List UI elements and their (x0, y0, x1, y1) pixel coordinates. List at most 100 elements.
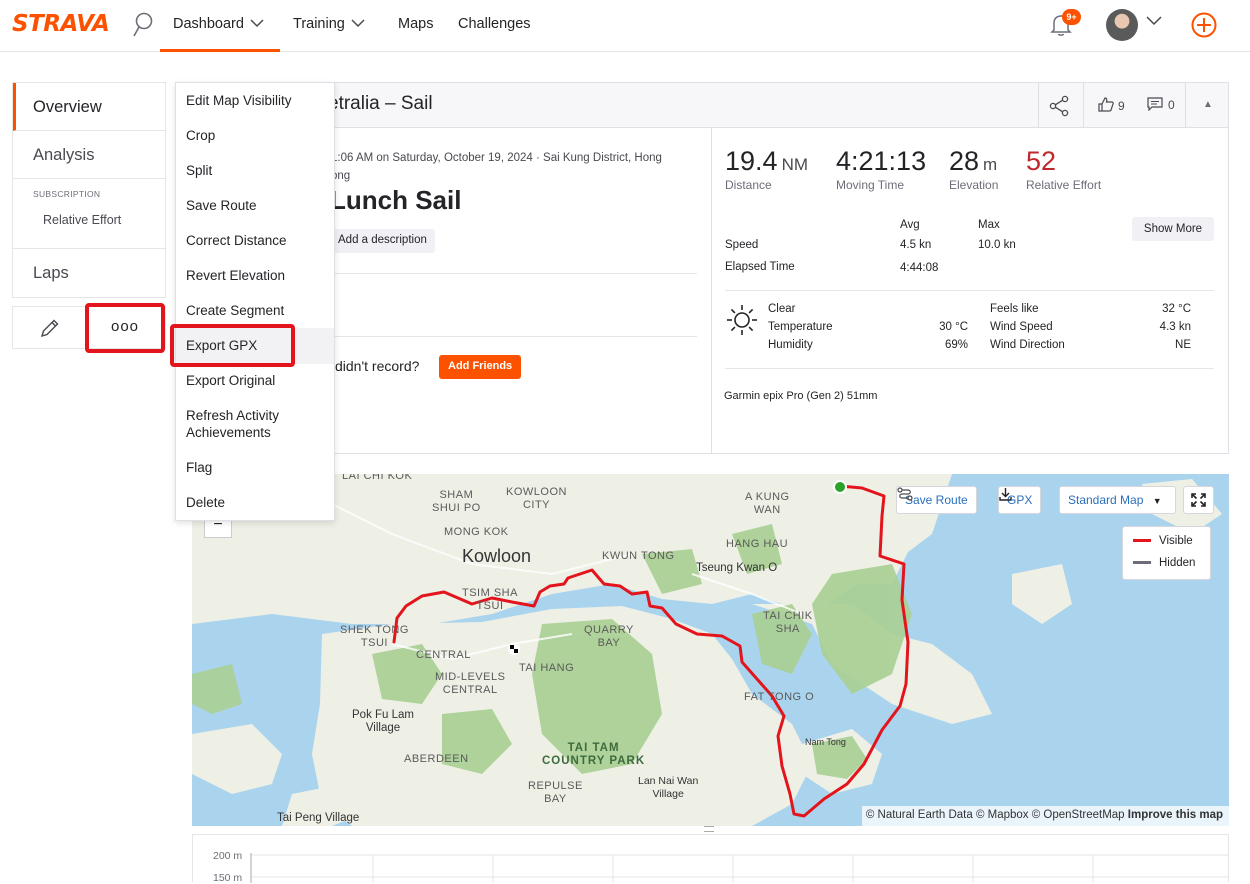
gpx-button[interactable]: GPX (998, 486, 1042, 514)
nav-dashboard[interactable]: Dashboard (173, 16, 264, 32)
nav-training[interactable]: Training (293, 16, 365, 32)
route-start-marker[interactable] (833, 480, 847, 494)
add-friends-button[interactable]: Add Friends (439, 355, 522, 379)
friends-question: didn't record? (335, 358, 420, 374)
sidebar-item-analysis[interactable]: Analysis (13, 131, 165, 179)
map-label: KWUN TONG (602, 550, 675, 562)
speed-avg: 4.5 kn (900, 239, 932, 251)
fullscreen-button[interactable] (1183, 486, 1214, 514)
distance-value: 19.4 (725, 146, 778, 176)
menu-item-correct-distance[interactable]: Correct Distance (186, 232, 287, 249)
sidebar-item-overview[interactable]: Overview (13, 83, 165, 131)
more-actions-button[interactable]: ooo (85, 303, 165, 353)
comments-count: 0 (1168, 98, 1175, 112)
save-route-label: Save Route (905, 493, 968, 507)
map-label: SHAM SHUI PO (432, 489, 481, 514)
menu-item-create-segment[interactable]: Create Segment (186, 302, 284, 319)
map-label: Lan Nai Wan Village (638, 775, 699, 800)
map-label: Tseung Kwan O (696, 562, 778, 574)
route-icon (897, 487, 913, 501)
map-label: ABERDEEN (404, 753, 469, 765)
elevation-grid (250, 853, 1228, 883)
add-description-button[interactable]: Add a description (331, 229, 435, 253)
map-label: REPULSE BAY (528, 780, 583, 805)
collapse-icon[interactable]: ▲ (1203, 99, 1213, 110)
comments-button[interactable]: 0 (1147, 97, 1175, 112)
divider (1038, 83, 1039, 128)
share-icon[interactable] (1048, 95, 1070, 117)
menu-item-delete[interactable]: Delete (186, 494, 225, 511)
speed-label: Speed (725, 239, 759, 251)
map-label: HANG HAU (726, 538, 789, 550)
avg-header: Avg (900, 219, 920, 231)
nav-challenges[interactable]: Challenges (458, 16, 531, 32)
sidebar-item-relative-effort[interactable]: Relative Effort (43, 213, 165, 227)
legend-swatch (1133, 561, 1151, 565)
caret-down-icon: ▼ (1152, 496, 1162, 506)
plus-icon[interactable] (1191, 12, 1217, 38)
wind-speed-value: 4.3 kn (1159, 321, 1191, 333)
elevation-unit: m (983, 155, 998, 174)
legend-visible: Visible (1133, 535, 1193, 547)
menu-item-flag[interactable]: Flag (186, 459, 212, 476)
stat-elevation: 28 m Elevation (949, 146, 998, 192)
chevron-down-icon (250, 16, 264, 32)
map-label: TAI HANG (519, 662, 575, 674)
stat-moving-time: 4:21:13 Moving Time (836, 146, 926, 192)
kudos-button[interactable]: 9 (1098, 97, 1125, 113)
stat-relative-effort[interactable]: 52 Relative Effort (1026, 146, 1101, 192)
activity-header-title: etralia – Sail (328, 93, 433, 114)
wind-direction-value: NE (1175, 339, 1191, 351)
sun-icon (727, 305, 757, 335)
menu-item-edit-map-visibility[interactable]: Edit Map Visibility (186, 92, 292, 109)
improve-map-link[interactable]: Improve this map (1128, 809, 1223, 821)
divider (711, 128, 712, 453)
map-style-label: Standard Map (1068, 493, 1144, 507)
pencil-icon[interactable] (39, 317, 61, 339)
distance-label: Distance (725, 178, 772, 192)
map-label: QUARRY BAY (584, 624, 634, 649)
menu-item-crop[interactable]: Crop (186, 127, 215, 144)
chevron-down-icon[interactable] (1146, 16, 1162, 26)
chevron-down-icon (351, 16, 365, 32)
thumbs-up-icon (1098, 97, 1114, 112)
strava-logo[interactable]: STRAVA (12, 11, 110, 37)
wind-speed-label: Wind Speed (990, 321, 1053, 333)
divider (725, 290, 1214, 291)
elevation-value: 28 (949, 146, 980, 176)
legend-swatch (1133, 539, 1151, 543)
avatar[interactable] (1106, 9, 1138, 41)
activity-map[interactable]: SHAM SHUI PO KOWLOON CITY MONG KOK Kowloon… (192, 474, 1229, 826)
save-route-button[interactable]: Save Route (896, 486, 977, 514)
menu-item-refresh-achievements[interactable]: Refresh Activity Achievements (186, 407, 316, 441)
top-nav: STRAVA Dashboard Training Maps Challenge… (0, 0, 1250, 52)
resize-handle[interactable] (704, 826, 714, 832)
sidebar-item-laps[interactable]: Laps (13, 249, 165, 297)
attribution-text[interactable]: © Natural Earth Data © Mapbox © OpenStre… (866, 809, 1125, 821)
max-header: Max (978, 219, 1000, 231)
menu-item-export-original[interactable]: Export Original (186, 372, 275, 389)
divider (725, 368, 1214, 369)
nav-maps[interactable]: Maps (398, 16, 433, 32)
menu-item-save-route[interactable]: Save Route (186, 197, 257, 214)
divider (331, 273, 697, 274)
activity-datetime: 1:06 AM on Saturday, October 19, 2024 · … (331, 149, 691, 185)
activity-sidebar: Overview Analysis SUBSCRIPTION Relative … (12, 82, 166, 298)
route-finish-marker[interactable] (508, 643, 520, 655)
sidebar-subscription-group: SUBSCRIPTION Relative Effort (13, 179, 165, 249)
feels-like-label: Feels like (990, 303, 1039, 315)
menu-item-revert-elevation[interactable]: Revert Elevation (186, 267, 285, 284)
activity-card: etralia – Sail 9 0 ▲ 1:06 AM on Saturday (192, 82, 1229, 454)
menu-item-split[interactable]: Split (186, 162, 212, 179)
map-label: Nam Tong (805, 737, 846, 747)
map-style-select[interactable]: Standard Map ▼ (1059, 486, 1176, 514)
legend-hidden: Hidden (1133, 557, 1195, 569)
humidity-label: Humidity (768, 339, 813, 351)
elevation-chart: 200 m 150 m (192, 834, 1229, 884)
activity-name[interactable]: Lunch Sail (330, 185, 461, 216)
search-icon[interactable] (130, 11, 156, 39)
activity-datetime-line1: 1:06 AM on Saturday, October 19, 2024 · … (331, 152, 662, 164)
activity-card-header: etralia – Sail 9 0 ▲ (193, 83, 1228, 128)
show-more-button[interactable]: Show More (1132, 217, 1214, 241)
stat-distance: 19.4 NM Distance (725, 146, 808, 192)
